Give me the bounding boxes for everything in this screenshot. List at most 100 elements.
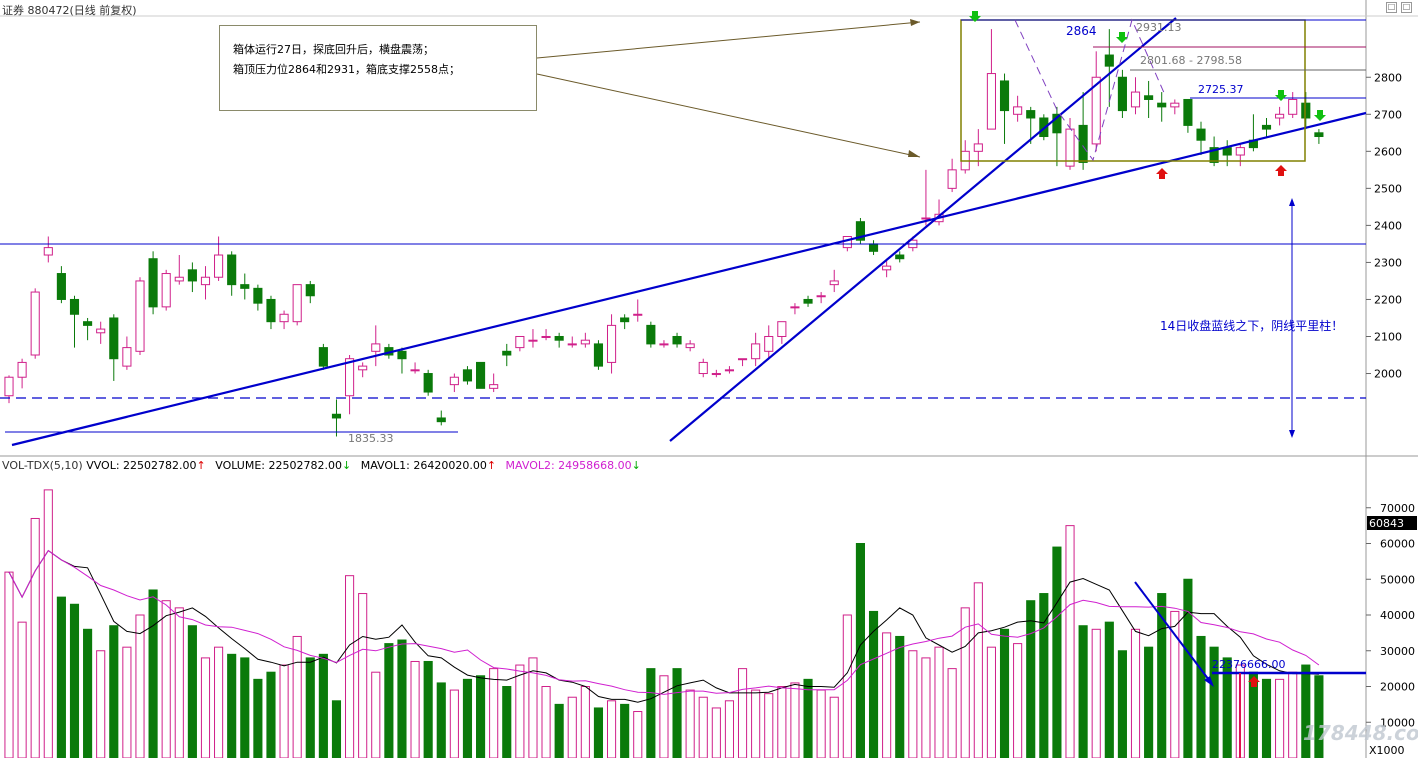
- volume-tick-label: 20000: [1380, 681, 1415, 694]
- volume-bar: [436, 682, 446, 758]
- volume-bar: [1314, 675, 1324, 758]
- down-arrow-icon: ↓: [341, 459, 352, 472]
- volume-bar: [135, 614, 145, 758]
- volume-bar: [541, 686, 551, 758]
- volume-bar: [30, 517, 40, 758]
- volume-bar: [266, 671, 276, 758]
- candle-body: [462, 369, 473, 382]
- candle-body: [1261, 124, 1272, 130]
- volume-bar: [934, 646, 944, 758]
- candle-body: [148, 258, 158, 308]
- candle-body: [947, 169, 957, 189]
- volume-bar: [200, 657, 211, 758]
- volume-bar: [973, 582, 983, 758]
- volume-bar: [1117, 650, 1127, 758]
- candle-body: [227, 254, 237, 286]
- candle-body: [109, 317, 119, 360]
- candle-body: [56, 273, 66, 300]
- volume-bar: [567, 696, 577, 758]
- candle-body: [1183, 98, 1193, 126]
- candle-body: [187, 269, 197, 282]
- volume-bar: [685, 689, 695, 758]
- volume-bar: [829, 696, 839, 758]
- volume-bar: [1078, 625, 1088, 758]
- volume-bar: [109, 625, 119, 758]
- volume-bar: [253, 678, 263, 758]
- candle-body: [515, 335, 525, 349]
- volume-bar: [161, 600, 171, 758]
- volume-bar: [986, 646, 996, 758]
- volume-unit-label: X1000: [1369, 744, 1405, 757]
- volume-bar: [803, 678, 813, 758]
- candle-body: [921, 217, 931, 220]
- volume-bar: [842, 614, 852, 758]
- volume-bar: [331, 700, 342, 758]
- volume-bar: [318, 653, 328, 758]
- volume-bar: [921, 657, 931, 758]
- candle-body: [214, 254, 224, 278]
- up-arrow-icon: ↑: [486, 459, 497, 472]
- sell-signal-icon: [1314, 110, 1326, 121]
- stock-chart: 2000210022002300240025002600270028001000…: [0, 0, 1418, 758]
- volume-bar: [227, 653, 237, 758]
- candle-body: [476, 361, 486, 389]
- vvol-label: VVOL: 22502782.00: [86, 459, 197, 472]
- volume-bar: [711, 707, 721, 758]
- volume-label: VOLUME: 22502782.00: [215, 459, 342, 472]
- volume-bar: [69, 603, 80, 758]
- volume-bar: [489, 668, 499, 758]
- candle-body: [790, 306, 800, 309]
- volume-tick-label: 30000: [1380, 645, 1415, 658]
- volume-bar: [698, 696, 708, 758]
- candle-body: [1104, 54, 1114, 67]
- candle-body: [43, 247, 53, 256]
- candle-body: [1301, 102, 1311, 119]
- candle-body: [672, 335, 682, 345]
- volume-bar: [1091, 628, 1101, 758]
- volume-bar: [371, 671, 381, 758]
- note-arrow-bottom: [536, 73, 921, 158]
- volume-tick-label: 60000: [1380, 538, 1415, 551]
- box-note: 箱体运行27日，探底回升后，横盘震荡； 箱顶压力位2864和2931，箱底支撑2…: [219, 25, 537, 111]
- volume-bar: [292, 635, 302, 758]
- candle-body: [646, 324, 656, 345]
- price-tick-label: 2300: [1374, 256, 1402, 269]
- volume-bar: [1130, 628, 1141, 758]
- candle-body: [1314, 132, 1324, 138]
- volume-bar: [1052, 546, 1062, 758]
- candle-body: [620, 317, 630, 323]
- candle-body: [1078, 124, 1088, 163]
- volume-bar: [777, 686, 787, 758]
- rising-support-trendline: [11, 111, 1367, 447]
- volume-bar: [554, 703, 564, 758]
- volume-bar: [1183, 578, 1193, 758]
- volume-legend: VOL-TDX(5,10) VVOL: 22502782.00↑ VOLUME:…: [2, 459, 641, 472]
- price-tick-label: 2200: [1374, 293, 1402, 306]
- volume-bar: [1288, 671, 1298, 758]
- volume-bar: [868, 610, 879, 758]
- buy-signal-icon: [1275, 165, 1287, 176]
- volume-bar: [764, 693, 774, 758]
- volume-bar: [908, 650, 918, 758]
- low-price-label: 1835.33: [348, 432, 394, 445]
- volume-bar: [1196, 635, 1206, 758]
- candle-body: [1275, 113, 1285, 119]
- candle-body: [1026, 110, 1036, 119]
- volume-bar: [633, 711, 643, 758]
- volume-bar: [345, 575, 355, 758]
- volume-bar: [96, 650, 106, 758]
- candle-body: [161, 273, 171, 308]
- last-volume-badge-text: 60843: [1369, 517, 1404, 530]
- volume-bar: [449, 689, 459, 758]
- volume-tick-label: 40000: [1380, 609, 1415, 622]
- price-tick-label: 2100: [1374, 330, 1402, 343]
- candle-body: [1117, 76, 1127, 112]
- candle-body: [279, 313, 289, 323]
- volume-bar: [397, 639, 407, 758]
- volume-bar: [174, 607, 184, 758]
- box-note-line1: 箱体运行27日，探底回升后，横盘震荡；: [233, 43, 434, 56]
- range-arrowhead-down: [1289, 430, 1295, 438]
- up-arrow-icon: ↑: [196, 459, 206, 472]
- candle-body: [1288, 98, 1298, 115]
- candle-body: [659, 343, 669, 346]
